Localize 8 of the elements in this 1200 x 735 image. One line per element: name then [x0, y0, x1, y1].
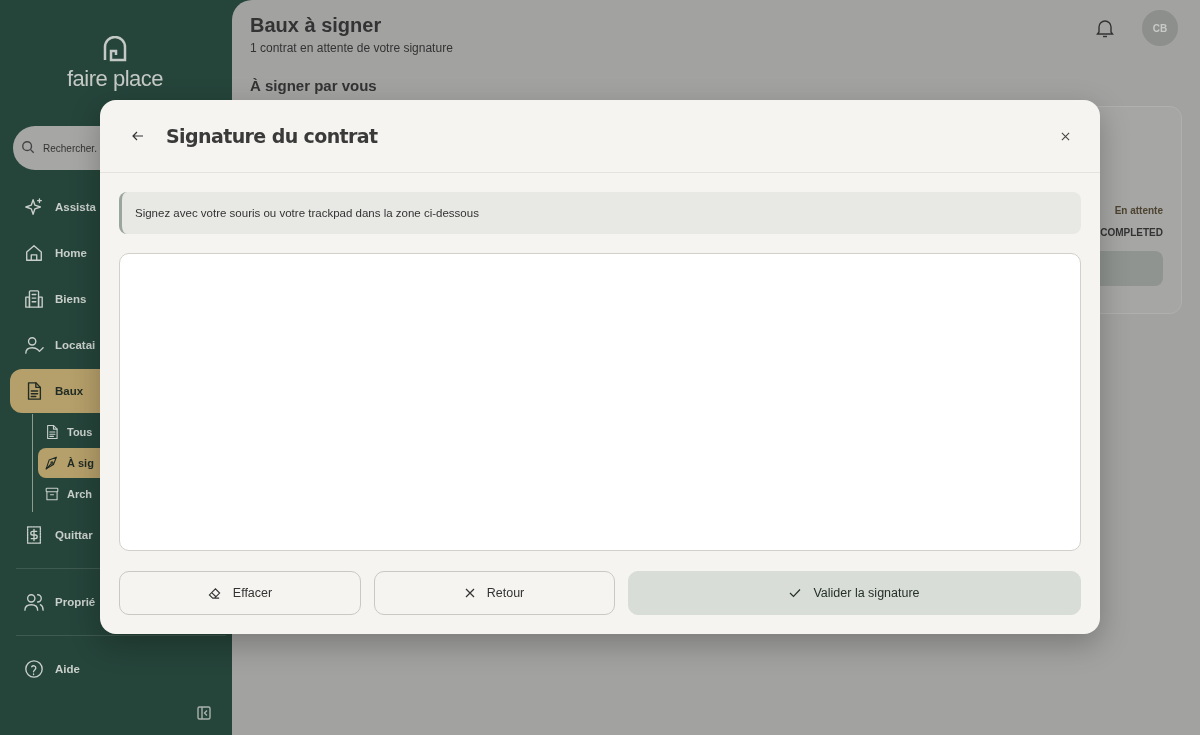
state-label: COMPLETED [1100, 227, 1163, 238]
status-label: En attente [1114, 205, 1163, 216]
instruction-text: Signez avec votre souris ou votre trackpad dans la zone ci-dessous [135, 207, 479, 219]
dialog-title: Signature du contrat [166, 125, 379, 147]
page-subtitle: 1 contrat en attente de votre signature [250, 41, 454, 55]
page-title: Baux à signer [250, 14, 382, 37]
section-title: À signer par vous [250, 77, 378, 94]
logo-text: faire place [67, 66, 163, 92]
